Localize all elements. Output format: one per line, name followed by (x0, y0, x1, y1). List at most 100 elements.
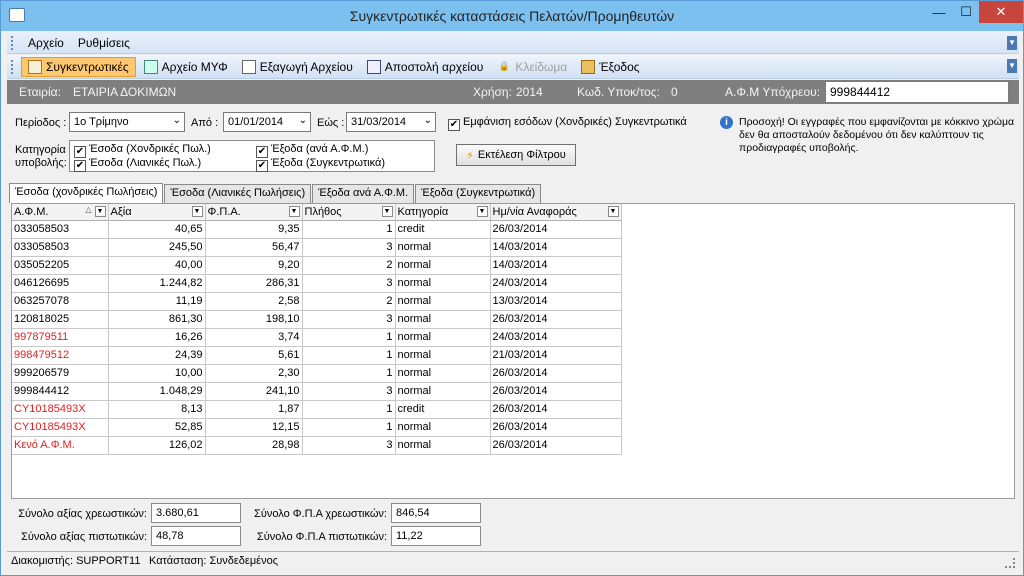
lock-button[interactable]: 🔒 Κλείδωμα (491, 57, 573, 77)
menu-grip-icon[interactable] (11, 35, 15, 50)
filter-dropdown-icon[interactable]: ▼ (607, 206, 619, 217)
cell-value[interactable]: 1.244,82 (108, 274, 206, 293)
table-row[interactable]: 035052205 40,00 9,20 2 normal 14/03/2014 (12, 256, 622, 275)
table-row[interactable]: 999206579 10,00 2,30 1 normal 26/03/2014 (12, 364, 622, 383)
cell-value[interactable]: 40,00 (108, 256, 206, 275)
cell-cat[interactable]: normal (395, 328, 491, 347)
cell-count[interactable]: 3 (302, 382, 396, 401)
cell-cat[interactable]: credit (395, 400, 491, 419)
table-row[interactable]: 033058503 40,65 9,35 1 credit 26/03/2014 (12, 220, 622, 239)
cell-afm[interactable]: Κενό Α.Φ.Μ. (12, 436, 109, 455)
tab-expenses-afm[interactable]: Έξοδα ανά Α.Φ.Μ. (312, 184, 415, 203)
cell-count[interactable]: 2 (302, 256, 396, 275)
cell-cat[interactable]: normal (395, 364, 491, 383)
check-wholesale-income[interactable]: ✔ Έσοδα (Χονδρικές Πωλ.) (74, 143, 211, 158)
cell-afm[interactable]: 998479512 (12, 346, 109, 365)
menu-overflow-icon[interactable]: ▼ (1007, 36, 1017, 50)
cell-afm[interactable]: 063257078 (12, 292, 109, 311)
tab-retail-income[interactable]: Έσοδα (Λιανικές Πωλήσεις) (164, 184, 312, 203)
export-button[interactable]: Εξαγωγή Αρχείου (236, 57, 359, 77)
cell-cat[interactable]: credit (395, 220, 491, 239)
cell-count[interactable]: 1 (302, 220, 396, 239)
cell-cat[interactable]: normal (395, 346, 491, 365)
cell-count[interactable]: 3 (302, 436, 396, 455)
cell-vat[interactable]: 2,58 (205, 292, 303, 311)
cell-value[interactable]: 24,39 (108, 346, 206, 365)
menu-settings[interactable]: Ρυθμίσεις (71, 36, 137, 50)
toolbar-grip-icon[interactable] (11, 59, 15, 74)
cell-count[interactable]: 2 (302, 292, 396, 311)
table-row[interactable]: 998479512 24,39 5,61 1 normal 21/03/2014 (12, 346, 622, 365)
cell-afm[interactable]: 033058503 (12, 238, 109, 257)
filter-dropdown-icon[interactable]: ▼ (288, 206, 300, 217)
cell-count[interactable]: 1 (302, 418, 396, 437)
summary-button[interactable]: Συγκεντρωτικές (21, 56, 136, 77)
table-row[interactable]: 999844412 1.048,29 241,10 3 normal 26/03/2014 (12, 382, 622, 401)
cell-count[interactable]: 3 (302, 310, 396, 329)
cell-vat[interactable]: 5,61 (205, 346, 303, 365)
cell-date[interactable]: 14/03/2014 (490, 238, 622, 257)
table-row[interactable]: CY10185493X 52,85 12,15 1 normal 26/03/2014 (12, 418, 622, 437)
cell-vat[interactable]: 241,10 (205, 382, 303, 401)
cell-afm[interactable]: 999206579 (12, 364, 109, 383)
col-vat[interactable]: Φ.Π.Α. ▼ (205, 204, 303, 221)
to-date-picker[interactable]: 31/03/2014 ⌄ (346, 112, 436, 132)
cell-cat[interactable]: normal (395, 274, 491, 293)
cell-value[interactable]: 16,26 (108, 328, 206, 347)
execute-filter-button[interactable]: ⚡ Εκτέλεση Φίλτρου (456, 144, 576, 166)
afm-input[interactable]: 999844412 (825, 81, 1009, 103)
cell-value[interactable]: 8,13 (108, 400, 206, 419)
cell-count[interactable]: 1 (302, 400, 396, 419)
resize-grip-icon[interactable] (1005, 558, 1015, 568)
table-row[interactable]: 063257078 11,19 2,58 2 normal 13/03/2014 (12, 292, 622, 311)
cell-date[interactable]: 14/03/2014 (490, 256, 622, 275)
cell-value[interactable]: 245,50 (108, 238, 206, 257)
cell-date[interactable]: 24/03/2014 (490, 274, 622, 293)
cell-vat[interactable]: 1,87 (205, 400, 303, 419)
cell-afm[interactable]: 120818025 (12, 310, 109, 329)
cell-value[interactable]: 10,00 (108, 364, 206, 383)
cell-value[interactable]: 861,30 (108, 310, 206, 329)
cell-value[interactable]: 11,19 (108, 292, 206, 311)
period-select[interactable]: 1ο Τρίμηνο ⌄ (69, 112, 185, 132)
cell-cat[interactable]: normal (395, 310, 491, 329)
cell-value[interactable]: 52,85 (108, 418, 206, 437)
menu-file[interactable]: Αρχείο (21, 36, 71, 50)
cell-cat[interactable]: normal (395, 238, 491, 257)
filter-dropdown-icon[interactable]: ▼ (94, 206, 106, 217)
filter-dropdown-icon[interactable]: ▼ (191, 206, 203, 217)
cell-count[interactable]: 1 (302, 364, 396, 383)
col-value[interactable]: Αξία ▼ (108, 204, 206, 221)
cell-cat[interactable]: normal (395, 292, 491, 311)
table-row[interactable]: Κενό Α.Φ.Μ. 126,02 28,98 3 normal 26/03/2014 (12, 436, 622, 455)
cell-date[interactable]: 26/03/2014 (490, 310, 622, 329)
table-row[interactable]: 120818025 861,30 198,10 3 normal 26/03/2014 (12, 310, 622, 329)
cell-vat[interactable]: 9,20 (205, 256, 303, 275)
cell-afm[interactable]: 997879511 (12, 328, 109, 347)
cell-vat[interactable]: 286,31 (205, 274, 303, 293)
tab-expenses-summary[interactable]: Έξοδα (Συγκεντρωτικά) (415, 184, 542, 203)
col-category[interactable]: Κατηγορία ▼ (395, 204, 491, 221)
exit-button[interactable]: Έξοδος (575, 57, 645, 77)
cell-afm[interactable]: 999844412 (12, 382, 109, 401)
from-date-picker[interactable]: 01/01/2014 ⌄ (223, 112, 311, 132)
cell-afm[interactable]: 046126695 (12, 274, 109, 293)
cell-count[interactable]: 1 (302, 328, 396, 347)
cell-cat[interactable]: normal (395, 436, 491, 455)
filter-dropdown-icon[interactable]: ▼ (381, 206, 393, 217)
check-retail-income[interactable]: ✔ Έσοδα (Λιανικές Πωλ.) (74, 157, 201, 172)
cell-cat[interactable]: normal (395, 256, 491, 275)
maximize-button[interactable]: ☐ (953, 1, 979, 23)
cell-vat[interactable]: 2,30 (205, 364, 303, 383)
col-count[interactable]: Πλήθος ▼ (302, 204, 396, 221)
filter-dropdown-icon[interactable]: ▼ (476, 206, 488, 217)
send-file-button[interactable]: Αποστολή αρχείου (361, 57, 490, 77)
minimize-button[interactable]: — (925, 1, 953, 23)
cell-date[interactable]: 26/03/2014 (490, 400, 622, 419)
credit-vat-field[interactable]: 11,22 (391, 526, 481, 546)
check-expenses-summary[interactable]: ✔ Έξοδα (Συγκεντρωτικά) (256, 157, 385, 172)
myf-file-button[interactable]: Αρχείο ΜΥΦ (138, 57, 234, 77)
table-row[interactable]: CY10185493X 8,13 1,87 1 credit 26/03/2014 (12, 400, 622, 419)
col-date[interactable]: Ημ/νία Αναφοράς ▼ (490, 204, 622, 221)
cell-value[interactable]: 1.048,29 (108, 382, 206, 401)
